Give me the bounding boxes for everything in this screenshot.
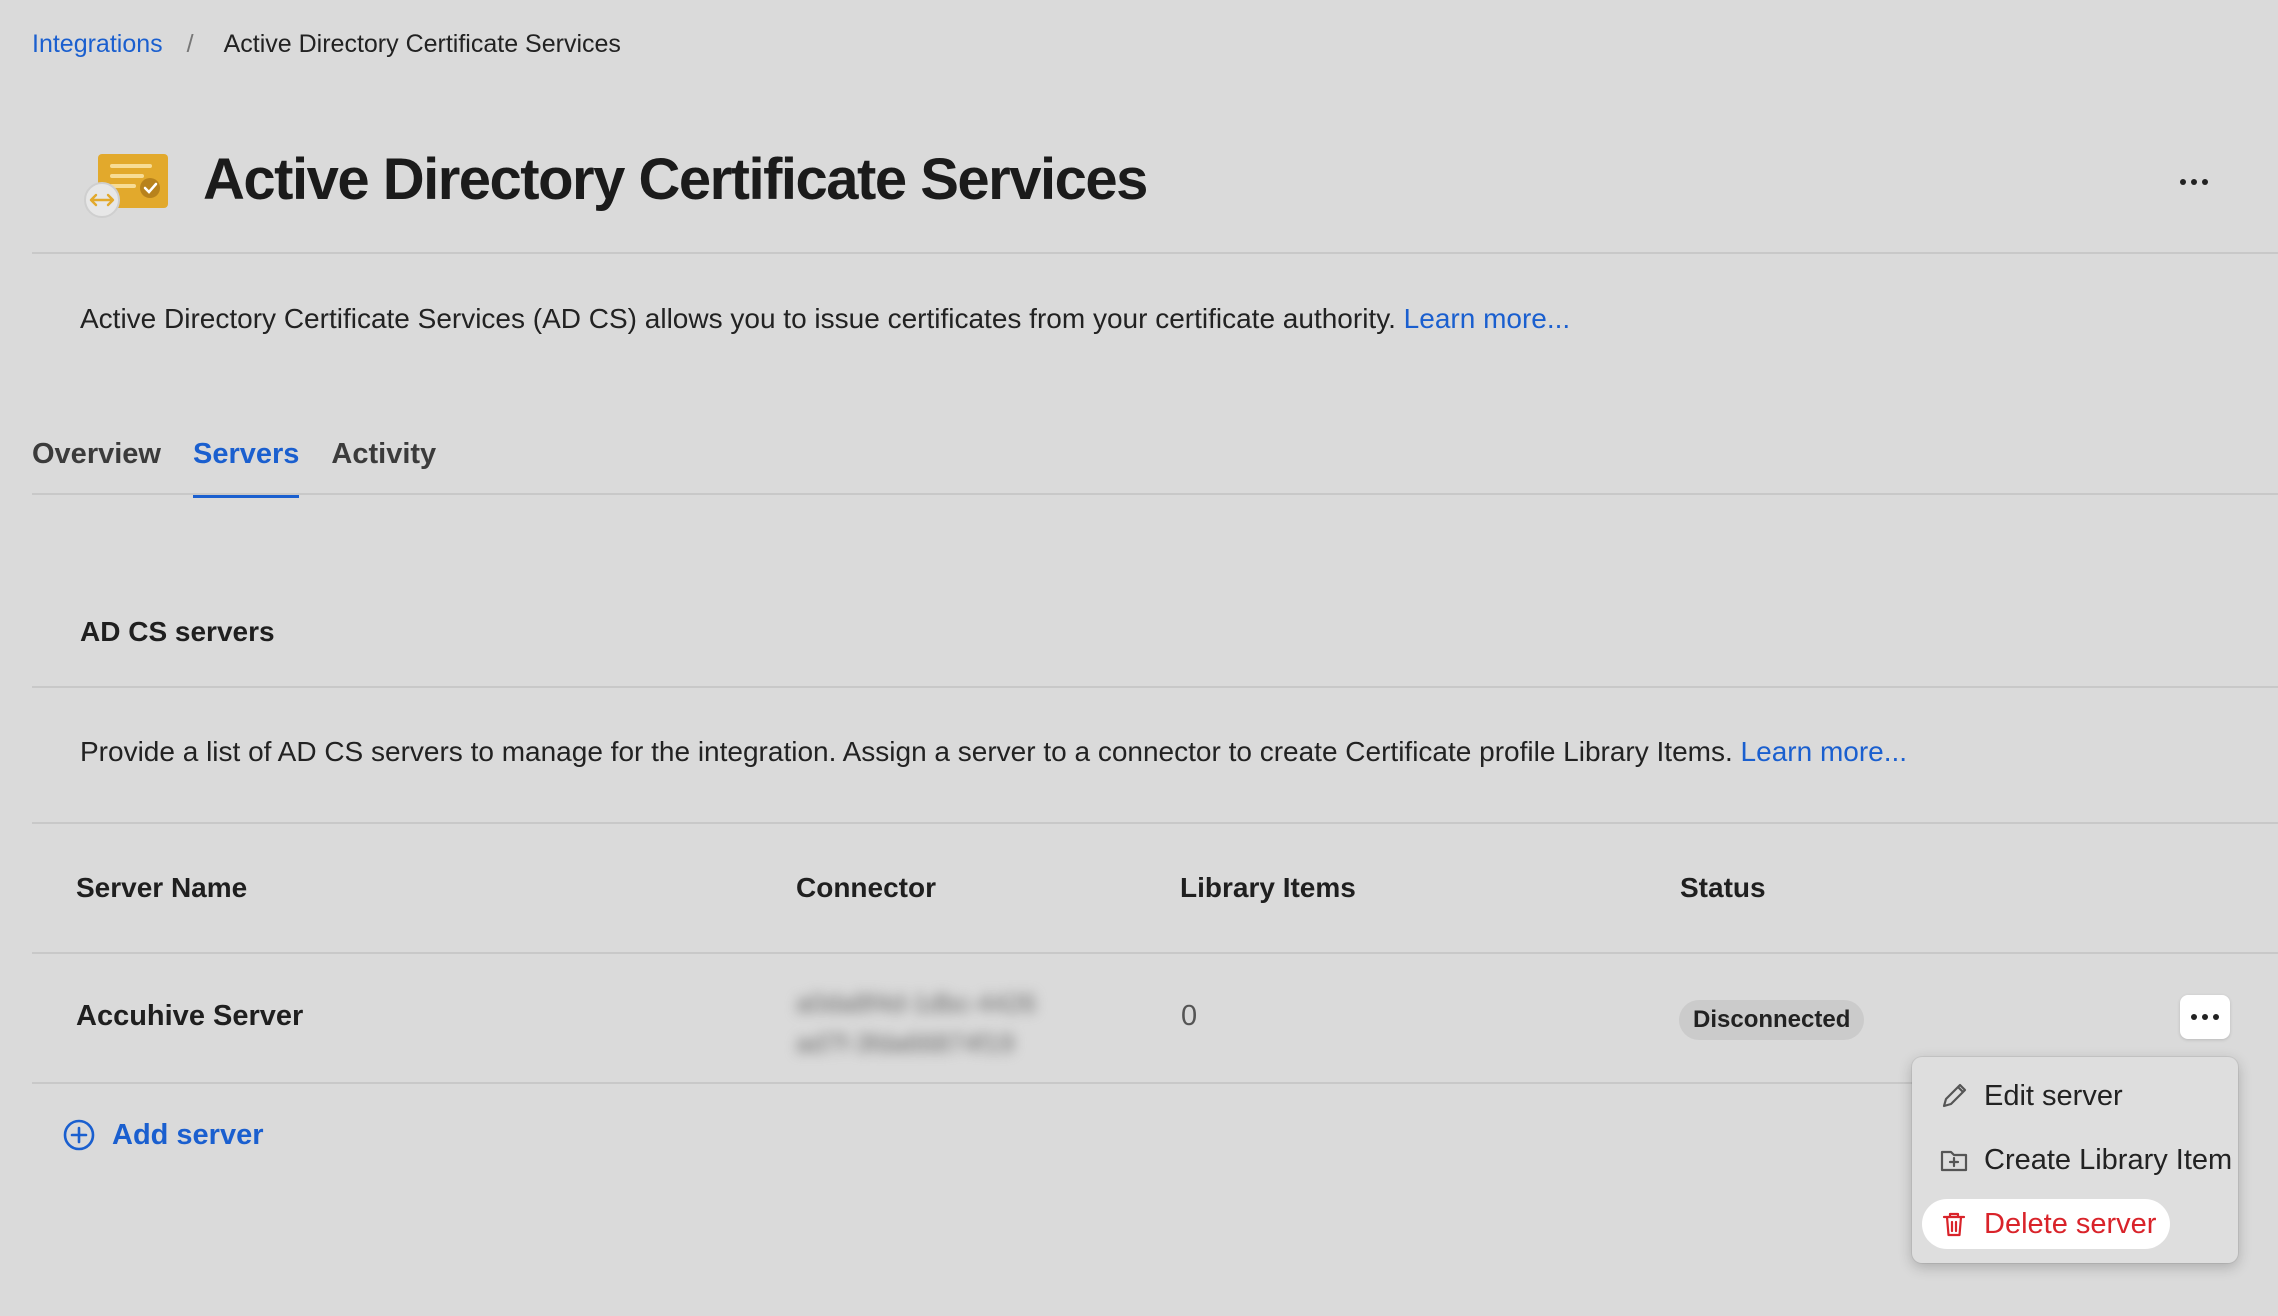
tab-divider [32, 493, 2278, 495]
description-text: Active Directory Certificate Services (A… [80, 303, 1396, 334]
folder-plus-icon [1940, 1150, 1968, 1172]
breadcrumb-separator: / [186, 30, 194, 58]
page-title: Active Directory Certificate Services [203, 147, 1148, 212]
breadcrumb-integrations-link[interactable]: Integrations [32, 30, 163, 59]
edit-server-label: Edit server [1984, 1079, 2123, 1112]
tab-activity[interactable]: Activity [331, 438, 436, 498]
more-options-button[interactable] [2172, 160, 2216, 204]
trash-icon [1942, 1212, 1966, 1237]
column-header-server-name[interactable]: Server Name [76, 872, 247, 904]
header-divider [32, 252, 2278, 254]
certificate-icon [82, 148, 172, 220]
tab-bar: Overview Servers Activity [32, 438, 436, 498]
plus-circle-icon [63, 1119, 95, 1151]
tab-servers[interactable]: Servers [192, 438, 300, 498]
row-context-menu: Edit server Create Library Item Delete s… [1912, 1057, 2238, 1263]
column-header-library-items[interactable]: Library Items [1180, 872, 1356, 904]
learn-more-link[interactable]: Learn more... [1404, 303, 1571, 334]
column-header-connector[interactable]: Connector [796, 872, 936, 904]
tab-overview[interactable]: Overview [32, 438, 161, 498]
section-title: AD CS servers [80, 616, 275, 647]
server-name-cell[interactable]: Accuhive Server [76, 1000, 303, 1033]
ellipsis-icon [2180, 179, 2186, 185]
add-server-button[interactable]: Add server [62, 1118, 264, 1152]
status-badge: Disconnected [1679, 1000, 1865, 1040]
edit-server-menu-item[interactable]: Edit server [1922, 1071, 2137, 1121]
table-header-divider [32, 952, 2278, 954]
connector-cell: a0da8f4d-1dbc-4426 ad7f-3fda66874f19 [796, 983, 1036, 1063]
breadcrumb: Integrations / Active Directory Certific… [32, 30, 621, 59]
connector-id-line1: a0da8f4d-1dbc-4426 [796, 988, 1036, 1018]
servers-learn-more-link[interactable]: Learn more... [1741, 736, 1908, 767]
section-divider [32, 686, 2278, 688]
row-actions-button[interactable] [2180, 995, 2230, 1039]
pencil-icon [1942, 1083, 1967, 1108]
create-library-item-menu-item[interactable]: Create Library Item [1922, 1135, 2246, 1185]
library-items-cell: 0 [1181, 1000, 1198, 1032]
column-header-status[interactable]: Status [1680, 872, 1766, 904]
table-bottom-divider [32, 1082, 1912, 1084]
breadcrumb-current: Active Directory Certificate Services [223, 30, 621, 58]
servers-description-text: Provide a list of AD CS servers to manag… [80, 736, 1733, 767]
delete-server-label: Delete server [1984, 1207, 2157, 1240]
integration-description: Active Directory Certificate Services (A… [80, 303, 1570, 335]
delete-server-menu-item[interactable]: Delete server [1922, 1199, 2171, 1249]
connector-id-line2: ad7f-3fda66874f19 [796, 1028, 1015, 1058]
ellipsis-icon [2191, 1014, 2197, 1020]
servers-description: Provide a list of AD CS servers to manag… [80, 736, 1907, 768]
add-server-label: Add server [112, 1118, 264, 1151]
create-library-item-label: Create Library Item [1984, 1143, 2233, 1176]
table-top-divider [32, 822, 2278, 824]
